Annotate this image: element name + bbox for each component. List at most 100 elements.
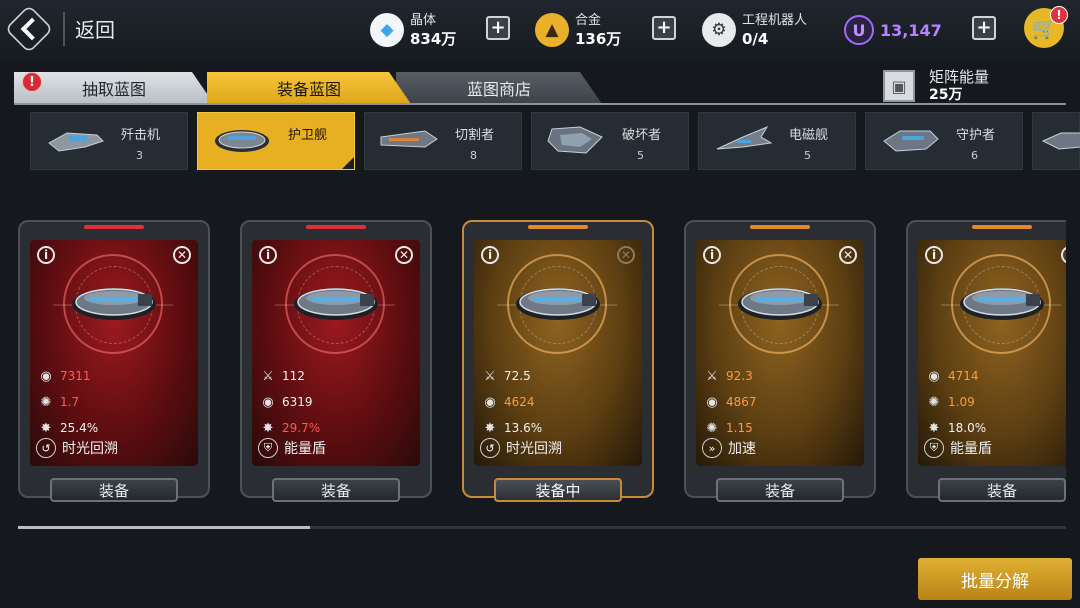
skill-name: 加速 bbox=[728, 441, 756, 457]
stat-value: 29.7% bbox=[282, 421, 321, 435]
crystal-name: 晶体 bbox=[410, 13, 437, 28]
stat-value: 4867 bbox=[726, 395, 757, 409]
info-icon[interactable]: i bbox=[925, 246, 943, 264]
ship-type-name: 守护者 bbox=[956, 128, 996, 143]
skill-row: ↺ 时光回溯 bbox=[36, 436, 118, 460]
ship-type-more[interactable] bbox=[1032, 112, 1080, 170]
card-indicator-light bbox=[84, 225, 144, 229]
time-rewind-icon: ↺ bbox=[480, 438, 500, 458]
frigate-ship-image bbox=[738, 288, 822, 320]
regen-icon: ✺ bbox=[928, 394, 940, 410]
crystal-value: 834万 bbox=[410, 30, 457, 48]
ship-type-em-ship[interactable]: 电磁舰 5 bbox=[698, 112, 856, 170]
close-icon[interactable]: ✕ bbox=[617, 246, 635, 264]
info-icon[interactable]: i bbox=[259, 246, 277, 264]
crystal-icon: ◆ bbox=[370, 13, 404, 47]
cart-alert-badge: ! bbox=[1050, 6, 1068, 24]
ship-type-strip: 歼击机 3 护卫舰 切割者 8 破坏者 5 电磁舰 5 守护者 6 bbox=[0, 112, 1080, 172]
stat-value: 4714 bbox=[948, 369, 979, 383]
ship-type-count: 3 bbox=[136, 149, 143, 162]
regen-icon: ✺ bbox=[706, 420, 718, 436]
ship-type-fighter[interactable]: 歼击机 3 bbox=[30, 112, 188, 170]
batch-disassemble-button[interactable]: 批量分解 bbox=[918, 558, 1072, 600]
frigate-ship-image bbox=[72, 288, 156, 320]
ship-type-cutter[interactable]: 切割者 8 bbox=[364, 112, 522, 170]
skill-name: 时光回溯 bbox=[506, 441, 562, 457]
attack-icon: ⚔ bbox=[484, 368, 496, 384]
armor-icon: ◉ bbox=[928, 368, 940, 384]
stat-row: ✸ 25.4% bbox=[36, 418, 99, 438]
back-label[interactable]: 返回 bbox=[75, 14, 115, 43]
matrix-energy: ▣ 矩阵能量 25万 bbox=[883, 68, 989, 104]
stat-value: 72.5 bbox=[504, 369, 531, 383]
energy-shield-icon: ⛨ bbox=[924, 438, 944, 458]
frigate-ship-icon bbox=[215, 130, 269, 152]
ship-type-count: 8 bbox=[470, 149, 477, 162]
back-button[interactable] bbox=[8, 8, 50, 50]
equipped-button[interactable]: 装备中 bbox=[494, 478, 622, 502]
alloy-icon: ▲ bbox=[535, 13, 569, 47]
stat-row: ✸ 18.0% bbox=[924, 418, 987, 438]
top-bar: 返回 ◆ 晶体 834万 + ▲ 合金 136万 + ⚙ 工程机器人 0/4 U… bbox=[0, 0, 1080, 60]
stat-row: ✸ 29.7% bbox=[258, 418, 321, 438]
ship-type-name: 破坏者 bbox=[622, 128, 662, 143]
equip-button[interactable]: 装备 bbox=[50, 478, 178, 502]
add-u-currency-button[interactable]: + bbox=[972, 16, 996, 40]
stat-row: ◉ 7311 bbox=[36, 366, 90, 386]
armor-icon: ◉ bbox=[262, 394, 274, 410]
equip-button[interactable]: 装备 bbox=[272, 478, 400, 502]
ship-type-destroyer[interactable]: 破坏者 5 bbox=[531, 112, 689, 170]
energy-shield-icon: ⛨ bbox=[258, 438, 278, 458]
card-scrollbar-thumb[interactable] bbox=[18, 526, 310, 529]
alloy-name: 合金 bbox=[575, 13, 602, 28]
close-icon[interactable]: ✕ bbox=[1061, 246, 1066, 264]
alloy-resource: ▲ 合金 136万 bbox=[535, 8, 621, 52]
frigate-ship-image bbox=[516, 288, 600, 320]
equip-button[interactable]: 装备 bbox=[716, 478, 844, 502]
blueprint-card[interactable]: i ✕ ◉ 4714 ✺ 1.09 ✸ 18.0% ⛨ 能量盾装备 bbox=[906, 220, 1066, 502]
stat-row: ✺ 1.15 bbox=[702, 418, 753, 438]
info-icon[interactable]: i bbox=[703, 246, 721, 264]
close-icon[interactable]: ✕ bbox=[839, 246, 857, 264]
add-crystal-button[interactable]: + bbox=[486, 16, 510, 40]
ship-type-frigate[interactable]: 护卫舰 bbox=[197, 112, 355, 170]
skill-row: » 加速 bbox=[702, 436, 756, 460]
stat-value: 1.7 bbox=[60, 395, 80, 409]
close-icon[interactable]: ✕ bbox=[395, 246, 413, 264]
crystal-resource: ◆ 晶体 834万 bbox=[370, 8, 456, 52]
stat-row: ⚔ 72.5 bbox=[480, 366, 531, 386]
info-icon[interactable]: i bbox=[37, 246, 55, 264]
card-indicator-light bbox=[750, 225, 810, 229]
destroyer-ship-icon bbox=[547, 126, 603, 154]
tab-equip-blueprint[interactable]: 装备蓝图 bbox=[207, 72, 411, 104]
blueprint-card-list[interactable]: i ✕ ◉ 7311 ✺ 1.7 ✸ 25.4% ↺ 时光回溯 装备 i ✕ ⚔ 112 ◉ 6319 ✸ 29.7… bbox=[14, 220, 1066, 520]
stat-row: ⚔ 92.3 bbox=[702, 366, 753, 386]
info-icon[interactable]: i bbox=[481, 246, 499, 264]
close-icon[interactable]: ✕ bbox=[173, 246, 191, 264]
ship-type-guardian[interactable]: 守护者 6 bbox=[865, 112, 1023, 170]
attack-icon: ⚔ bbox=[706, 368, 718, 384]
blueprint-card[interactable]: i ✕ ⚔ 72.5 ◉ 4624 ✸ 13.6% ↺ 时光回溯 装备中 bbox=[462, 220, 654, 502]
equip-button[interactable]: 装备 bbox=[938, 478, 1066, 502]
tab-blueprint-shop[interactable]: 蓝图商店 bbox=[396, 72, 602, 104]
tab-draw-blueprint[interactable]: 抽取蓝图 bbox=[14, 72, 214, 104]
card-face: i ✕ ⚔ 72.5 ◉ 4624 ✸ 13.6% ↺ 时光回溯 bbox=[474, 240, 642, 466]
add-alloy-button[interactable]: + bbox=[652, 16, 676, 40]
blueprint-card[interactable]: i ✕ ⚔ 112 ◉ 6319 ✸ 29.7% ⛨ 能量盾 装备 bbox=[240, 220, 432, 502]
blueprint-card[interactable]: i ✕ ⚔ 92.3 ◉ 4867 ✺ 1.15 » 加速 装备 bbox=[684, 220, 876, 502]
speed-boost-icon: » bbox=[702, 438, 722, 458]
stat-value: 4624 bbox=[504, 395, 535, 409]
skill-row: ⛨ 能量盾 bbox=[924, 436, 992, 460]
stat-row: ◉ 4714 bbox=[924, 366, 979, 386]
matrix-energy-name: 矩阵能量 bbox=[929, 68, 990, 86]
ship-type-count: 6 bbox=[971, 149, 978, 162]
ship-type-name: 护卫舰 bbox=[288, 128, 328, 143]
blueprint-card[interactable]: i ✕ ◉ 7311 ✺ 1.7 ✸ 25.4% ↺ 时光回溯装备 bbox=[18, 220, 210, 502]
robot-resource: ⚙ 工程机器人 0/4 bbox=[702, 8, 807, 52]
stat-value: 1.09 bbox=[948, 395, 975, 409]
regen-icon: ✺ bbox=[40, 394, 52, 410]
alloy-value: 136万 bbox=[575, 30, 622, 48]
stat-row: ✺ 1.09 bbox=[924, 392, 975, 412]
crit-icon: ✸ bbox=[262, 420, 274, 436]
stat-row: ✸ 13.6% bbox=[480, 418, 543, 438]
